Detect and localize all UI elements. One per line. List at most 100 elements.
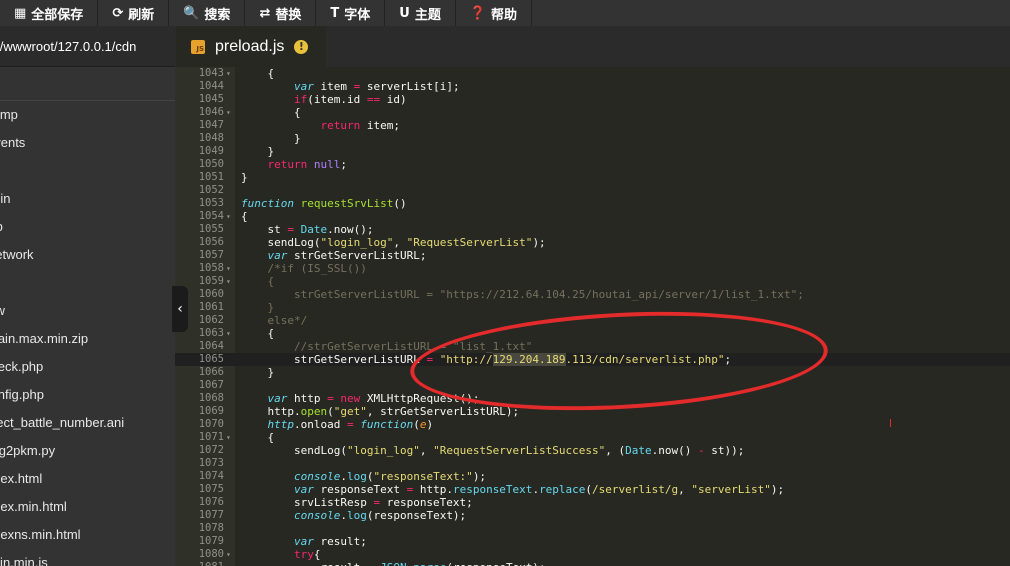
code-line[interactable]: 1062 else*/ — [175, 314, 1010, 327]
toolbar-button-refresh[interactable]: ⟳ 刷新 — [98, 0, 170, 26]
toolbar-button-label: 替换 — [275, 6, 302, 22]
code-editor[interactable]: 1043 ▾ {1044 var item = serverList[i]; 104… — [175, 67, 1010, 566]
toolbar-button-save[interactable]: ▦ 全部保存 — [0, 0, 99, 26]
line-number: 1077 — [198, 509, 224, 521]
code-text: function requestSrvList() — [241, 197, 407, 210]
fold-toggle-icon[interactable]: ▾ — [226, 67, 231, 80]
code-line[interactable]: 1071 ▾ { — [175, 431, 1010, 444]
code-line[interactable]: 1046 ▾ { — [175, 106, 1010, 119]
line-number: 1052 — [198, 184, 224, 196]
code-line[interactable]: 1058 ▾ /*if (IS_SSL()) — [175, 262, 1010, 275]
toolbar-button-search[interactable]: 🔍 搜索 — [169, 0, 246, 26]
file-tree-item[interactable]: main.max.min.zip — [0, 325, 88, 353]
code-line[interactable]: 1048 } — [175, 132, 1010, 145]
code-line[interactable]: 1052 — [175, 184, 1010, 197]
tab-preload-js[interactable]: JS preload.js ! — [176, 26, 326, 67]
code-text: strGetServerListURL = "https://212.64.10… — [241, 288, 804, 301]
fold-toggle-icon[interactable]: ▾ — [226, 210, 231, 223]
file-tree-item[interactable]: check.php — [0, 353, 43, 381]
code-line[interactable]: 1065 strGetServerListURL = "http://129.2… — [175, 353, 1010, 366]
warning-icon[interactable]: ! — [294, 39, 309, 54]
toolbar-button-label: 刷新 — [128, 6, 155, 22]
code-line[interactable]: 1061 } — [175, 301, 1010, 314]
line-number: 1073 — [198, 457, 224, 469]
code-line[interactable]: 1073 — [175, 457, 1010, 470]
fold-toggle-icon[interactable]: ▾ — [226, 106, 231, 119]
code-text: console.log(responseText); — [293, 509, 467, 522]
code-text: else*/ — [241, 314, 308, 327]
file-tree-item[interactable]: config.php — [0, 381, 44, 409]
line-number: 1057 — [198, 249, 224, 261]
code-line[interactable]: 1057 var strGetServerListURL; — [175, 249, 1010, 262]
line-number: 1068 — [198, 392, 224, 404]
file-tree-item[interactable]: effect_battle_number.ani — [0, 409, 124, 437]
code-line[interactable]: 1067 — [175, 379, 1010, 392]
current-path: /www/wwwroot/127.0.0.1/cdn — [0, 26, 175, 67]
file-tree-item[interactable]: events — [0, 129, 25, 157]
code-text: http.open("get", strGetServerListURL); — [241, 405, 520, 418]
toolbar-button-theme[interactable]: U 主题 — [385, 0, 456, 26]
fold-toggle-icon[interactable]: ▾ — [226, 548, 231, 561]
code-line[interactable]: 1044 var item = serverList[i]; — [175, 80, 1010, 93]
file-tree-item[interactable]: img2pkm.py — [0, 437, 55, 465]
code-line[interactable]: 1060 strGetServerListURL = "https://212.… — [175, 288, 1010, 301]
code-line[interactable]: 1050 return null; — [175, 158, 1010, 171]
line-number: 1051 — [198, 171, 224, 183]
code-line[interactable]: 1049 } — [175, 145, 1010, 158]
code-line[interactable]: 1069 http.open("get", strGetServerListUR… — [175, 405, 1010, 418]
fold-toggle-icon[interactable]: ▾ — [226, 262, 231, 275]
toolbar-button-font[interactable]: T 字体 — [316, 0, 386, 26]
code-line[interactable]: 1054 ▾ { — [175, 210, 1010, 223]
code-text: } — [241, 301, 275, 314]
code-line[interactable]: 1068 var http = new XMLHttpRequest(); — [175, 392, 1010, 405]
file-tree-item[interactable]: temp — [0, 101, 18, 129]
file-tree-item[interactable]: index.html — [0, 465, 42, 493]
theme-icon: U — [399, 5, 410, 21]
file-tree-item[interactable]: network — [0, 241, 34, 269]
fold-toggle-icon[interactable]: ▾ — [226, 275, 231, 288]
code-line[interactable]: 1066 } — [175, 366, 1010, 379]
file-tree-sidebar: tempeventsloginwebnetworkjsnewmain.max.m… — [0, 67, 175, 566]
code-text: try{ — [293, 548, 321, 561]
code-text: console.log("responseText:"); — [293, 470, 487, 483]
sidebar-collapse-button[interactable]: ‹ — [172, 286, 188, 332]
js-file-icon: JS — [191, 39, 205, 54]
code-line[interactable]: 1047 return item; — [175, 119, 1010, 132]
code-line[interactable]: 1076 srvListResp = responseText; — [175, 496, 1010, 509]
code-line[interactable]: 1063 ▾ { — [175, 327, 1010, 340]
file-tree-item[interactable]: new — [0, 297, 5, 325]
code-line[interactable]: 1075 var responseText = http.responseTex… — [175, 483, 1010, 496]
line-number: 1043 — [198, 67, 224, 79]
file-tree-item[interactable]: index.min.html — [0, 493, 67, 521]
code-line[interactable]: 1053 function requestSrvList() — [175, 197, 1010, 210]
code-line[interactable]: 1077 console.log(responseText); — [175, 509, 1010, 522]
code-line[interactable]: 1081 result = JSON.parse(responseText); — [175, 561, 1010, 566]
file-tree-item[interactable]: web — [0, 213, 3, 241]
code-line[interactable]: 1043 ▾ { — [175, 67, 1010, 80]
code-text: var item = serverList[i]; — [293, 80, 460, 93]
code-line[interactable]: 1072 sendLog("login_log", "RequestServer… — [175, 444, 1010, 457]
code-line[interactable]: 1045 if(item.id == id) — [175, 93, 1010, 106]
fold-toggle-icon[interactable]: ▾ — [226, 327, 231, 340]
code-line[interactable]: 1055 st = Date.now(); — [175, 223, 1010, 236]
line-number: 1049 — [198, 145, 224, 157]
fold-toggle-icon[interactable]: ▾ — [226, 431, 231, 444]
path-text: /www/wwwroot/127.0.0.1/cdn — [0, 38, 137, 54]
code-line[interactable]: 1059 ▾ { — [175, 275, 1010, 288]
code-line[interactable]: 1070 http.onload = function(e) — [175, 418, 1010, 431]
toolbar-button-label: 字体 — [344, 6, 371, 22]
code-line[interactable]: 1080 ▾ try{ — [175, 548, 1010, 561]
code-line[interactable]: 1051} — [175, 171, 1010, 184]
toolbar-button-help[interactable]: ❓ 帮助 — [456, 0, 533, 26]
code-line[interactable]: 1074 console.log("responseText:"); — [175, 470, 1010, 483]
code-text: var strGetServerListURL; — [267, 249, 427, 262]
code-line[interactable]: 1079 var result; — [175, 535, 1010, 548]
file-tree-item[interactable]: login — [0, 185, 10, 213]
line-number: 1074 — [198, 470, 224, 482]
file-tree-item[interactable]: main.min.js — [0, 549, 48, 566]
code-line[interactable]: 1064 //strGetServerListURL = "list_1.txt… — [175, 340, 1010, 353]
code-line[interactable]: 1056 sendLog("login_log", "RequestServer… — [175, 236, 1010, 249]
file-tree-item[interactable]: indexns.min.html — [0, 521, 81, 549]
toolbar-button-replace[interactable]: ⇄ 替换 — [245, 0, 317, 26]
code-line[interactable]: 1078 — [175, 522, 1010, 535]
